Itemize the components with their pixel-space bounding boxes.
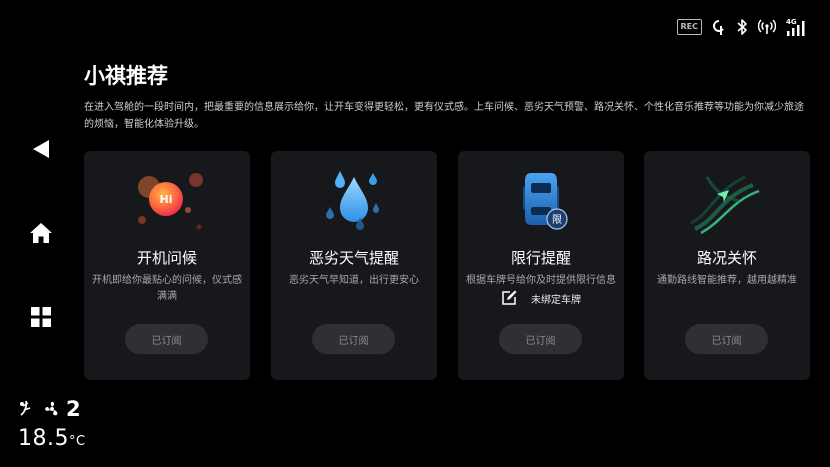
subscribed-button[interactable]: 已订阅	[312, 324, 395, 354]
bluetooth-icon	[736, 18, 748, 36]
fan-icon	[45, 401, 58, 416]
signal-icon: 4G	[786, 17, 806, 37]
airflow-icon	[20, 400, 31, 416]
subscribed-button[interactable]: 已订阅	[685, 324, 768, 354]
feature-cards: Hi 开机问候 开机即给你最贴心的问候，仪式感满满 已订阅 恶劣天气提醒 恶劣天…	[84, 151, 830, 380]
back-button[interactable]	[28, 136, 54, 162]
home-button[interactable]	[28, 220, 54, 246]
water-drops-icon	[326, 171, 379, 230]
temperature-unit: °C	[68, 434, 86, 449]
greeting-bubbles-icon: Hi	[138, 173, 203, 230]
subscribed-button[interactable]: 已订阅	[499, 324, 582, 354]
car-restriction-icon: 限	[523, 173, 568, 230]
apps-button[interactable]	[28, 304, 54, 330]
rec-icon: REC	[676, 19, 702, 35]
apps-grid-icon	[31, 307, 51, 327]
wireless-charging-icon	[712, 18, 726, 36]
card-road-care[interactable]: 路况关怀 通勤路线智能推荐，越用越精准 已订阅	[644, 151, 810, 380]
card-title: 开机问候	[136, 249, 197, 267]
bind-plate-link[interactable]: 未绑定车牌	[458, 290, 624, 306]
card-description: 根据车牌号给你及时提供限行信息	[466, 275, 616, 286]
page-description: 在进入驾舱的一段时间内，把最重要的信息展示给你，让开车变得更轻松，更有仪式感。上…	[84, 102, 804, 130]
subscribed-button[interactable]: 已订阅	[125, 324, 208, 354]
card-bad-weather[interactable]: 恶劣天气提醒 恶劣天气早知道，出行更安心 已订阅	[271, 151, 437, 380]
temperature-value: 18.5	[18, 426, 69, 451]
card-traffic-restriction[interactable]: 限 限行提醒 根据车牌号给你及时提供限行信息 未绑定车牌 已订阅	[458, 151, 624, 380]
home-icon	[30, 223, 52, 243]
card-greeting[interactable]: Hi 开机问候 开机即给你最贴心的问候，仪式感满满 已订阅	[84, 151, 250, 380]
road-navigation-icon	[690, 175, 760, 235]
card-description: 恶劣天气早知道，出行更安心	[289, 275, 419, 286]
fan-level: 2	[66, 397, 81, 421]
card-title: 限行提醒	[510, 249, 571, 267]
unbound-plate-label: 未绑定车牌	[531, 294, 581, 306]
back-arrow-icon	[33, 140, 49, 158]
restriction-label: 限	[552, 214, 562, 226]
card-description: 通勤路线智能推荐，越用越精准	[657, 275, 797, 286]
climate-control[interactable]: 2 18.5°C	[18, 396, 86, 457]
edit-icon	[502, 290, 517, 305]
hi-label: Hi	[160, 193, 173, 206]
wifi-hotspot-icon	[758, 19, 776, 35]
card-title: 恶劣天气提醒	[308, 249, 399, 267]
page-title: 小祺推荐	[84, 64, 168, 88]
card-title: 路况关怀	[696, 249, 757, 267]
temperature-display[interactable]: 18.5°C	[18, 424, 86, 457]
status-bar: REC 4G	[676, 14, 807, 40]
network-type-label: 4G	[786, 18, 797, 26]
card-description: 开机即给你最贴心的问候，仪式感满满	[92, 275, 242, 302]
fan-status[interactable]: 2	[18, 396, 86, 422]
